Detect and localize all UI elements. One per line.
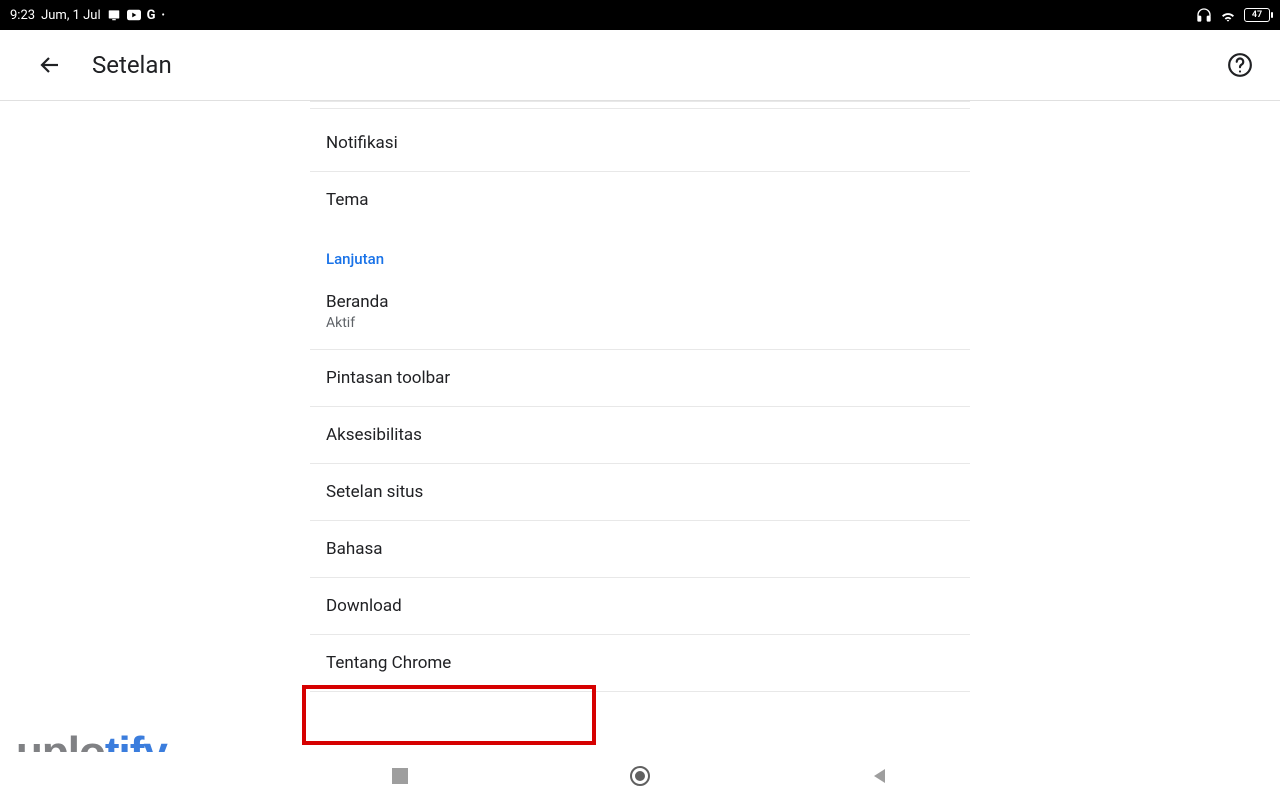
section-header-lanjutan: Lanjutan — [310, 228, 970, 274]
setting-item-pintasan[interactable]: Pintasan toolbar — [310, 350, 970, 407]
highlight-box — [302, 685, 596, 745]
status-bar: 9:23 Jum, 1 Jul G • 47 — [0, 0, 1280, 30]
status-right: 47 — [1196, 7, 1270, 23]
setting-label: Tema — [326, 190, 954, 210]
status-date: Jum, 1 Jul — [41, 8, 101, 23]
headphone-icon — [1196, 7, 1212, 23]
app-bar: Setelan — [0, 30, 1280, 101]
setting-label: Tentang Chrome — [326, 653, 954, 673]
setting-item-tentang-chrome[interactable]: Tentang Chrome — [310, 635, 970, 692]
setting-label: Setelan situs — [326, 482, 954, 502]
setting-label: Pintasan toolbar — [326, 368, 954, 388]
setting-item-notifikasi[interactable]: Notifikasi — [310, 115, 970, 172]
setting-subtitle: Aktif — [326, 315, 954, 331]
dot-icon: • — [162, 10, 165, 21]
setting-label: Notifikasi — [326, 133, 954, 153]
wifi-icon — [1220, 8, 1236, 22]
battery-level: 47 — [1252, 10, 1262, 20]
youtube-icon — [127, 9, 141, 21]
setting-item-aksesibilitas[interactable]: Aksesibilitas — [310, 407, 970, 464]
page-title: Setelan — [92, 51, 1220, 79]
setting-label: Bahasa — [326, 539, 954, 559]
setting-item-beranda[interactable]: Beranda Aktif — [310, 274, 970, 350]
google-icon: G — [147, 8, 156, 23]
status-time: 9:23 — [10, 8, 35, 23]
status-left: 9:23 Jum, 1 Jul G • — [10, 8, 165, 23]
settings-list: Notifikasi Tema Lanjutan Beranda Aktif P… — [310, 101, 970, 692]
setting-item-tema[interactable]: Tema — [310, 172, 970, 228]
nav-recents-button[interactable] — [380, 756, 420, 796]
setting-item-partial[interactable] — [310, 101, 970, 109]
setting-item-setelan-situs[interactable]: Setelan situs — [310, 464, 970, 521]
setting-label: Beranda — [326, 292, 954, 312]
back-button[interactable] — [30, 45, 70, 85]
help-button[interactable] — [1220, 45, 1260, 85]
setting-item-bahasa[interactable]: Bahasa — [310, 521, 970, 578]
setting-label: Download — [326, 596, 954, 616]
settings-content: Notifikasi Tema Lanjutan Beranda Aktif P… — [0, 101, 1280, 692]
nav-home-button[interactable] — [620, 756, 660, 796]
battery-icon: 47 — [1244, 8, 1270, 22]
setting-item-download[interactable]: Download — [310, 578, 970, 635]
setting-label: Aksesibilitas — [326, 425, 954, 445]
screenshot-icon — [107, 8, 121, 22]
nav-bar — [0, 752, 1280, 800]
nav-back-button[interactable] — [860, 756, 900, 796]
